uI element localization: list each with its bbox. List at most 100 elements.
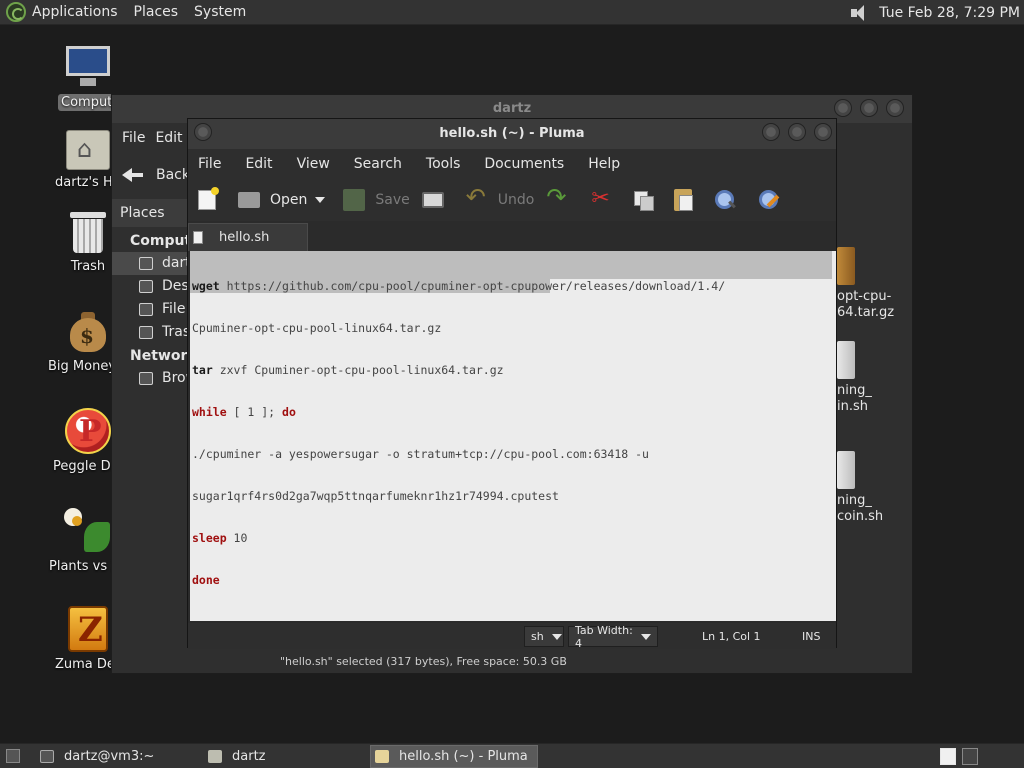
places-dropdown[interactable]: Places	[112, 199, 188, 227]
new-button[interactable]	[198, 187, 226, 210]
file-menu[interactable]: File	[198, 156, 221, 172]
copy-button[interactable]	[634, 191, 662, 211]
replace-button[interactable]	[758, 189, 790, 211]
close-button[interactable]	[814, 123, 832, 141]
file-view-visible-strip: opt-cpu- 64.tar.gz ning_ in.sh ning_ coin.s…	[837, 195, 913, 575]
code-keyword: done	[192, 573, 220, 587]
help-menu[interactable]: Help	[588, 156, 620, 172]
sidebar-item-home[interactable]: dartz	[112, 252, 188, 275]
desktop-icon	[139, 280, 153, 293]
code-line: sugar1qrf4rs0d2ga7wqp5ttnqarfumeknr1hz1r…	[192, 489, 725, 503]
sidebar-section-computer: Computer	[130, 233, 208, 249]
window-menu-button[interactable]	[194, 123, 212, 141]
task-terminal[interactable]: dartz@vm3:~	[36, 745, 196, 768]
task-label: dartz@vm3:~	[64, 749, 155, 764]
print-button[interactable]	[421, 192, 454, 208]
money-bag-icon: $	[68, 310, 108, 354]
cursor-position: Ln 1, Col 1	[702, 630, 761, 643]
volume-icon[interactable]	[849, 3, 869, 23]
back-arrow-icon[interactable]	[122, 165, 144, 185]
code-line: Cpuminer-opt-cpu-pool-linux64.tar.gz	[192, 321, 725, 335]
file-item[interactable]: ning_ coin.sh	[837, 493, 883, 525]
file-name-line: in.sh	[837, 399, 868, 414]
mate-logo-icon[interactable]	[6, 2, 26, 22]
task-file-manager[interactable]: dartz	[204, 745, 364, 768]
redo-button[interactable]	[546, 183, 578, 211]
workspace-switcher[interactable]	[962, 748, 978, 765]
tab-width-selector[interactable]: Tab Width: 4	[568, 624, 658, 650]
show-desktop-icon[interactable]	[6, 749, 20, 763]
new-document-icon	[198, 187, 219, 210]
task-pluma[interactable]: hello.sh (~) - Pluma	[370, 745, 538, 768]
script-file-icon[interactable]	[837, 341, 855, 379]
sidebar-item-label: Trash	[162, 324, 188, 340]
language-selector[interactable]: sh	[524, 626, 564, 647]
edit-menu[interactable]: Edit	[245, 156, 272, 172]
view-menu[interactable]: View	[297, 156, 330, 172]
sidebar-item-filesystem[interactable]: File System	[112, 298, 188, 321]
maximize-button[interactable]	[860, 99, 878, 117]
plants-icon	[64, 508, 112, 554]
pluma-menubar: File Edit View Search Tools Documents He…	[188, 149, 836, 179]
edit-menu[interactable]: Edit	[155, 130, 182, 146]
open-button[interactable]: Open	[238, 192, 307, 208]
save-icon	[343, 189, 366, 211]
pluma-titlebar[interactable]: hello.sh (~) - Pluma	[188, 119, 836, 149]
workspace-switcher[interactable]	[940, 748, 956, 765]
back-button[interactable]: Back	[156, 167, 190, 183]
code-text: ./cpuminer -a yespowersugar -o stratum+t…	[192, 447, 649, 461]
script-file-icon[interactable]	[837, 451, 855, 489]
documents-menu[interactable]: Documents	[484, 156, 564, 172]
code-keyword: do	[282, 405, 296, 419]
sidebar-item-browse-network[interactable]: Browse Network	[112, 367, 188, 390]
chevron-down-icon	[641, 633, 651, 640]
file-menu[interactable]: File	[122, 130, 145, 146]
maximize-button[interactable]	[788, 123, 806, 141]
minimize-button[interactable]	[762, 123, 780, 141]
search-menu[interactable]: Search	[354, 156, 402, 172]
sidebar-item-trash[interactable]: Trash	[112, 321, 188, 344]
bottom-panel: dartz@vm3:~ dartz hello.sh (~) - Pluma	[0, 743, 1024, 768]
file-item[interactable]: ning_ in.sh	[837, 383, 872, 415]
chevron-down-icon	[551, 633, 562, 640]
text-editor[interactable]: wget https://github.com/cpu-pool/cpumine…	[190, 251, 836, 621]
code-line: ./cpuminer -a yespowersugar -o stratum+t…	[192, 447, 725, 461]
home-folder-icon	[66, 130, 110, 170]
pluma-window-menu	[194, 123, 212, 141]
clock[interactable]: Tue Feb 28, 7:29 PM	[879, 5, 1020, 21]
find-replace-icon	[758, 189, 780, 211]
open-recent-dropdown[interactable]	[315, 197, 326, 203]
undo-button[interactable]: Undo	[466, 183, 535, 211]
system-menu[interactable]: System	[194, 4, 246, 20]
code-line: tar zxvf Cpuminer-opt-cpu-pool-linux64.t…	[192, 363, 725, 377]
sidebar-item-desktop[interactable]: Desktop	[112, 275, 188, 298]
file-name-line: opt-cpu-	[837, 289, 892, 304]
paste-button[interactable]	[674, 189, 702, 211]
close-button[interactable]	[886, 99, 904, 117]
code-keyword: while	[192, 405, 227, 419]
applications-menu[interactable]: Applications	[32, 4, 118, 20]
tab-hello-sh[interactable]: hello.sh	[188, 223, 308, 251]
code-text: https://github.com/cpu-pool/cpuminer-opt…	[219, 279, 726, 293]
pluma-statusbar: sh Tab Width: 4 Ln 1, Col 1 INS	[188, 623, 836, 650]
code-content: wget https://github.com/cpu-pool/cpumine…	[192, 251, 725, 615]
pluma-window-controls	[754, 123, 832, 141]
copy-icon	[634, 191, 655, 211]
computer-icon	[64, 46, 112, 90]
save-button[interactable]: Save	[343, 189, 410, 211]
insert-mode: INS	[802, 630, 821, 643]
cut-button[interactable]	[590, 186, 622, 211]
find-button[interactable]	[714, 189, 746, 211]
home-folder-icon	[208, 750, 222, 763]
home-icon	[139, 257, 153, 270]
scissors-icon	[590, 186, 612, 211]
places-menu[interactable]: Places	[134, 4, 179, 20]
file-manager-sidebar: Computer dartz Desktop File System Trash…	[112, 229, 208, 390]
file-manager-status: "hello.sh" selected (317 bytes), Free sp…	[280, 655, 567, 668]
archive-file-icon[interactable]	[837, 247, 855, 285]
code-line: sleep 10	[192, 531, 725, 545]
minimize-button[interactable]	[834, 99, 852, 117]
file-item[interactable]: opt-cpu- 64.tar.gz	[837, 289, 894, 321]
code-line: done	[192, 573, 725, 587]
tools-menu[interactable]: Tools	[426, 156, 461, 172]
